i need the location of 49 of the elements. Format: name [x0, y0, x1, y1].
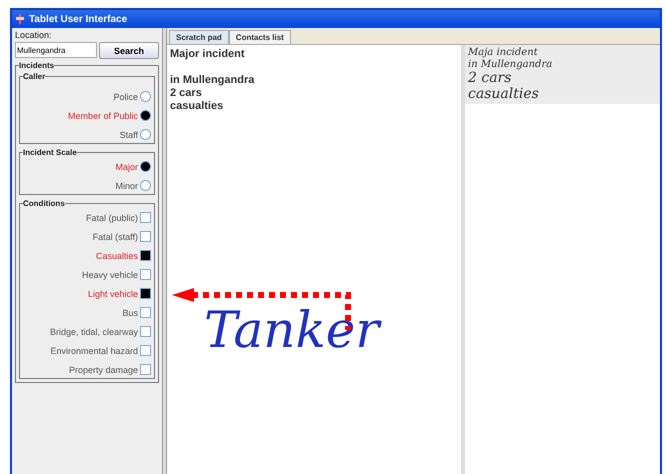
location-field[interactable]: Mullengandra — [15, 42, 97, 58]
group-title: Conditions — [23, 199, 65, 208]
radio-button[interactable] — [140, 91, 151, 102]
checkbox[interactable] — [140, 269, 151, 280]
checkbox[interactable] — [140, 326, 151, 337]
note-line: 2 cars — [170, 87, 203, 100]
handwritten-line: 2 cars — [468, 70, 512, 86]
option-label: Heavy vehicle — [82, 270, 138, 280]
handwritten-line: Maja incident — [468, 47, 539, 58]
scratch-pad[interactable]: Major incident in Mullengandra 2 cars casualties Tanker — [167, 45, 465, 474]
checkbox[interactable] — [140, 345, 151, 356]
checkbox[interactable] — [140, 250, 151, 261]
window-title: Tablet User Interface — [29, 14, 128, 24]
option-label: Major — [115, 162, 138, 172]
option-label: Police — [113, 92, 138, 102]
app-icon — [16, 14, 24, 24]
group-title: Caller — [23, 72, 46, 81]
note-line: Major incident — [170, 48, 246, 61]
option-label: Member of Public — [68, 110, 138, 120]
radio-button[interactable] — [140, 129, 151, 140]
note-line: in Mullengandra — [170, 74, 256, 87]
radio-button[interactable] — [140, 180, 151, 191]
tab[interactable]: Scratch pad — [169, 30, 229, 44]
checkbox[interactable] — [140, 231, 151, 242]
handwritten-line: in Mullengandra — [468, 58, 554, 70]
option-label: Staff — [120, 130, 138, 140]
option-label: Fatal (staff) — [92, 232, 138, 242]
note-line: casualties — [170, 100, 224, 113]
checkbox[interactable] — [140, 288, 151, 299]
group-title: Incidents — [19, 61, 54, 70]
option-label: Minor — [115, 180, 138, 190]
option-label: Bus — [122, 308, 138, 318]
handwritten-ink: Tanker — [204, 305, 380, 355]
option-label: Property damage — [68, 364, 138, 374]
radio-button[interactable] — [140, 161, 151, 172]
option-label: Bridge, tidal, clearway — [50, 326, 138, 336]
tab[interactable]: Contacts list — [228, 30, 291, 44]
location-label: Location: — [15, 30, 53, 40]
group-title: Incident Scale — [23, 148, 77, 157]
option-label: Light vehicle — [88, 288, 138, 298]
checkbox[interactable] — [140, 307, 151, 318]
search-button[interactable]: Search — [99, 42, 159, 59]
checkbox[interactable] — [140, 212, 151, 223]
option-label: Environmental hazard — [50, 346, 138, 356]
radio-button[interactable] — [140, 110, 151, 121]
option-label: Casualties — [96, 250, 138, 260]
option-label: Fatal (public) — [86, 212, 138, 222]
checkbox[interactable] — [140, 364, 151, 375]
handwritten-line: casualties — [468, 86, 540, 102]
